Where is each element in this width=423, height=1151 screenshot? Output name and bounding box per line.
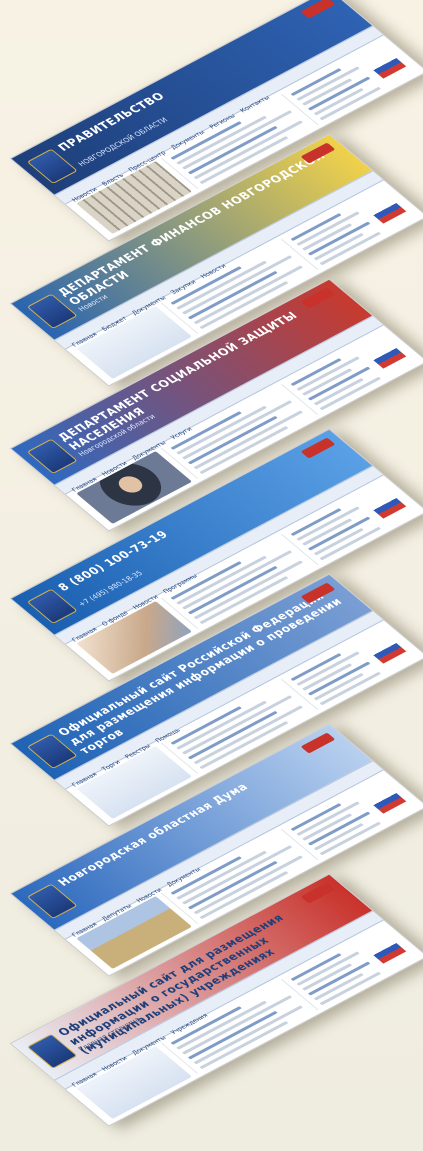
coat-of-arms-icon [26, 148, 78, 184]
coat-of-arms-icon [26, 883, 78, 919]
coat-of-arms-icon [26, 588, 78, 624]
text-line [193, 1005, 303, 1065]
